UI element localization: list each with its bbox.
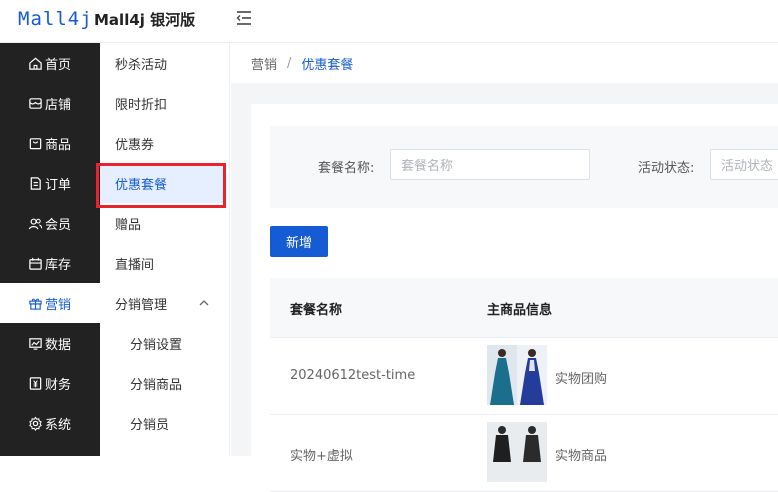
- submenu-item-gift[interactable]: 赠品: [100, 203, 230, 243]
- product-thumbnail[interactable]: [487, 422, 547, 482]
- package-name-cell: 20240612test-time: [290, 368, 416, 383]
- sidebar-item-store[interactable]: 店铺: [0, 83, 100, 123]
- breadcrumb: 营销 / 优惠套餐: [231, 43, 778, 83]
- submenu-item-flash-sale[interactable]: 秒杀活动: [100, 43, 230, 83]
- submenu-item-distribution[interactable]: 分销管理: [100, 283, 230, 323]
- sidebar-item-label: 商品: [45, 137, 72, 153]
- column-header-main-product: 主商品信息: [487, 303, 553, 318]
- gift-icon: [29, 298, 42, 310]
- main-content: 营销 / 优惠套餐 套餐名称: 套餐名称 活动状态: 活动状态 新增 套餐名称 …: [231, 43, 778, 492]
- package-name-input[interactable]: 套餐名称: [390, 149, 590, 180]
- sidebar-item-label: 首页: [45, 57, 72, 73]
- inventory-icon: [29, 257, 42, 270]
- sidebar-item-inventory[interactable]: 库存: [0, 243, 100, 283]
- chevron-up-icon: [199, 300, 209, 306]
- sidebar-item-finance[interactable]: 财务: [0, 363, 100, 403]
- sidebar-item-label: 店铺: [45, 97, 72, 113]
- submenu-label: 优惠券: [115, 137, 155, 153]
- table-header: 套餐名称 主商品信息: [270, 278, 778, 338]
- add-button[interactable]: 新增: [270, 226, 328, 257]
- submenu-item-coupon[interactable]: 优惠券: [100, 123, 230, 163]
- submenu-item-limited-discount[interactable]: 限时折扣: [100, 83, 230, 123]
- breadcrumb-current: 优惠套餐: [301, 57, 354, 73]
- sidebar-item-label: 订单: [45, 177, 72, 193]
- submenu-label: 直播间: [115, 257, 155, 273]
- sidebar-item-goods[interactable]: 商品: [0, 123, 100, 163]
- breadcrumb-separator: /: [287, 55, 292, 71]
- sidebar-item-member[interactable]: 会员: [0, 203, 100, 243]
- sidebar-item-label: 财务: [45, 377, 72, 393]
- sidebar-item-label: 营销: [45, 297, 72, 313]
- submenu-label: 优惠套餐: [115, 177, 168, 193]
- package-name-label: 套餐名称:: [318, 161, 375, 176]
- settings-icon: [29, 415, 42, 431]
- activity-status-label: 活动状态:: [638, 161, 695, 176]
- sidebar-item-system[interactable]: 系统: [0, 403, 100, 443]
- product-type-cell: 实物团购: [555, 372, 608, 387]
- order-icon: [30, 176, 41, 190]
- product-thumbnail[interactable]: [487, 345, 547, 405]
- submenu-item-distribution-settings[interactable]: 分销设置: [100, 323, 230, 363]
- submenu-label: 限时折扣: [115, 97, 168, 113]
- sidebar-item-order[interactable]: 订单: [0, 163, 100, 203]
- submenu-item-distributors[interactable]: 分销员: [100, 403, 230, 443]
- primary-sidebar: 首页 店铺 商品 订单 会员 库存 营销 数据 财务 系统: [0, 43, 100, 456]
- submenu-label: 秒杀活动: [115, 57, 168, 73]
- logo[interactable]: Mall4j: [18, 8, 93, 30]
- submenu-item-distribution-goods[interactable]: 分销商品: [100, 363, 230, 403]
- collapse-menu-icon[interactable]: [234, 9, 254, 27]
- goods-icon: [29, 137, 42, 149]
- sidebar-item-home[interactable]: 首页: [0, 43, 100, 83]
- member-icon: [28, 218, 43, 229]
- sidebar-item-label: 系统: [45, 417, 72, 433]
- secondary-sidebar: 秒杀活动 限时折扣 优惠券 优惠套餐 赠品 直播间 分销管理 分销设置 分销商品…: [100, 43, 230, 456]
- submenu-label: 分销设置: [130, 337, 183, 353]
- activity-status-select[interactable]: 活动状态: [710, 149, 778, 180]
- table-row: 实物+虚拟 实物商品: [270, 415, 778, 492]
- submenu-label: 分销管理: [115, 297, 168, 313]
- sidebar-item-label: 数据: [45, 337, 72, 353]
- home-icon: [29, 57, 42, 70]
- sidebar-item-label: 库存: [45, 257, 72, 273]
- sidebar-item-marketing[interactable]: 营销: [0, 283, 100, 323]
- sidebar-item-label: 会员: [45, 217, 72, 233]
- top-bar: Mall4j Mall4j 银河版: [0, 0, 778, 43]
- content-card: 套餐名称: 套餐名称 活动状态: 活动状态 新增 套餐名称 主商品信息 2024…: [251, 104, 778, 492]
- finance-icon: [29, 376, 42, 390]
- breadcrumb-parent[interactable]: 营销: [251, 54, 277, 73]
- submenu-item-live-room[interactable]: 直播间: [100, 243, 230, 283]
- search-panel: 套餐名称: 套餐名称 活动状态: 活动状态: [270, 126, 778, 208]
- table-row: 20240612test-time 实物团购: [270, 338, 778, 415]
- sidebar-item-data[interactable]: 数据: [0, 323, 100, 363]
- package-name-cell: 实物+虚拟: [290, 449, 353, 464]
- submenu-item-combo-package[interactable]: 优惠套餐: [100, 163, 224, 203]
- store-icon: [29, 97, 42, 109]
- submenu-label: 分销员: [130, 417, 170, 433]
- app-title: Mall4j 银河版: [94, 11, 196, 29]
- product-type-cell: 实物商品: [555, 449, 608, 464]
- column-header-package-name: 套餐名称: [290, 303, 343, 318]
- submenu-label: 分销商品: [130, 377, 183, 393]
- chart-icon: [29, 337, 42, 350]
- submenu-label: 赠品: [115, 217, 142, 233]
